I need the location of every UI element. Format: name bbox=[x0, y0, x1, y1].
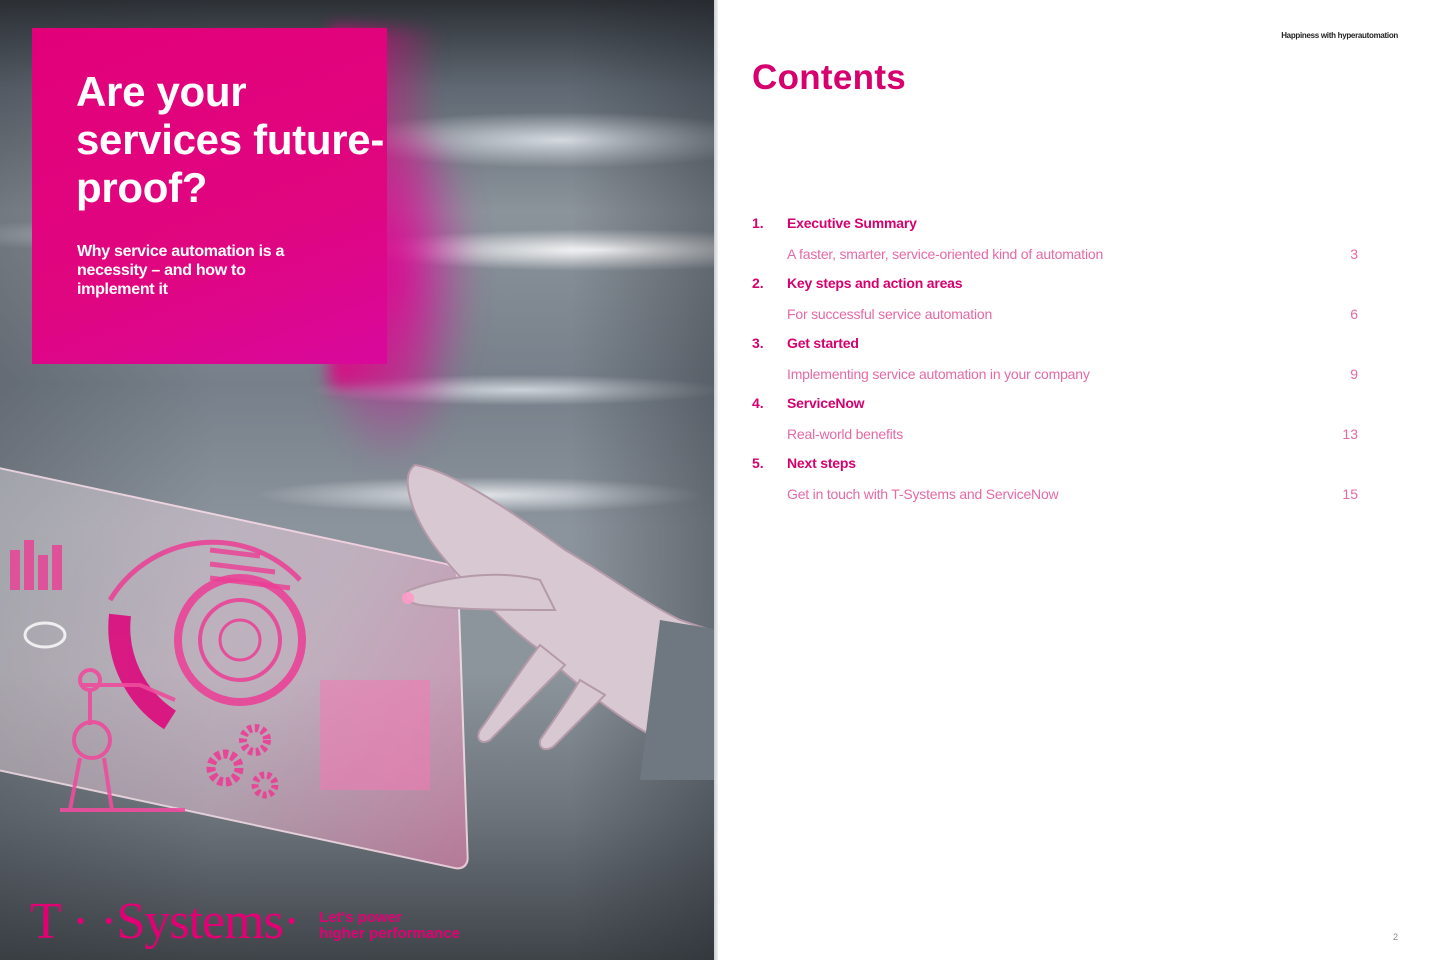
toc-number: 2. bbox=[752, 275, 764, 291]
tagline: Let's power higher performance bbox=[319, 910, 460, 942]
toc-number: 1. bbox=[752, 215, 764, 231]
toc-number: 5. bbox=[752, 455, 764, 471]
toc-page-number[interactable]: 9 bbox=[1350, 366, 1358, 382]
cover-subtitle: Why service automation is a necessity – … bbox=[77, 243, 285, 298]
toc-page-number[interactable]: 6 bbox=[1350, 306, 1358, 322]
t-systems-logo: T · ·Systems· bbox=[30, 893, 300, 950]
running-header: Happiness with hyperautomation bbox=[1281, 31, 1398, 40]
toc-heading[interactable]: Executive Summary bbox=[787, 215, 917, 231]
touch-glow bbox=[402, 592, 414, 604]
hud-ring-core bbox=[218, 618, 262, 662]
toc-description[interactable]: Get in touch with T-Systems and ServiceN… bbox=[787, 486, 1059, 502]
page-number: 2 bbox=[1392, 932, 1398, 942]
hud-ring bbox=[174, 574, 306, 706]
hud-arc-thick bbox=[108, 613, 177, 730]
contents-page: Happiness with hyperautomation Contents … bbox=[718, 0, 1440, 960]
toc-entry-5[interactable]: 5. Next steps Get in touch with T-System… bbox=[752, 450, 1358, 510]
toc-description[interactable]: Implementing service automation in your … bbox=[787, 366, 1090, 382]
toc-number: 3. bbox=[752, 335, 764, 351]
toc-description[interactable]: Real-world benefits bbox=[787, 426, 903, 442]
toc-entry-3[interactable]: 3. Get started Implementing service auto… bbox=[752, 330, 1358, 390]
table-of-contents: 1. Executive Summary A faster, smarter, … bbox=[752, 210, 1358, 510]
toc-description[interactable]: For successful service automation bbox=[787, 306, 992, 322]
toc-heading[interactable]: Key steps and action areas bbox=[787, 275, 963, 291]
toc-description[interactable]: A faster, smarter, service-oriented kind… bbox=[787, 246, 1103, 262]
toc-page-number[interactable]: 3 bbox=[1350, 246, 1358, 262]
cover-page: Are your services future-proof? Why serv… bbox=[0, 0, 714, 960]
toc-entry-4[interactable]: 4. ServiceNow Real-world benefits 13 bbox=[752, 390, 1358, 450]
robot-arm-icon bbox=[60, 668, 185, 812]
badge-icon bbox=[23, 621, 67, 649]
toc-page-number[interactable]: 13 bbox=[1342, 426, 1358, 442]
tagline-line-1: Let's power bbox=[319, 909, 402, 926]
gears-icon bbox=[206, 724, 279, 799]
toc-heading[interactable]: ServiceNow bbox=[787, 395, 865, 411]
toc-heading[interactable]: Get started bbox=[787, 335, 859, 351]
cover-title: Are your services future-proof? bbox=[76, 68, 385, 211]
contents-title: Contents bbox=[752, 58, 907, 97]
toc-entry-2[interactable]: 2. Key steps and action areas For succes… bbox=[752, 270, 1358, 330]
toc-number: 4. bbox=[752, 395, 764, 411]
hand-image bbox=[402, 463, 714, 780]
toc-entry-1[interactable]: 1. Executive Summary A faster, smarter, … bbox=[752, 210, 1358, 270]
brand-footer: T · ·Systems· Let's power higher perform… bbox=[30, 896, 460, 948]
toc-heading[interactable]: Next steps bbox=[787, 455, 856, 471]
tagline-line-2: higher performance bbox=[319, 925, 461, 942]
bar-chart-icon bbox=[10, 540, 62, 590]
hud-ring-inner bbox=[198, 598, 282, 682]
toc-page-number[interactable]: 15 bbox=[1342, 486, 1358, 502]
